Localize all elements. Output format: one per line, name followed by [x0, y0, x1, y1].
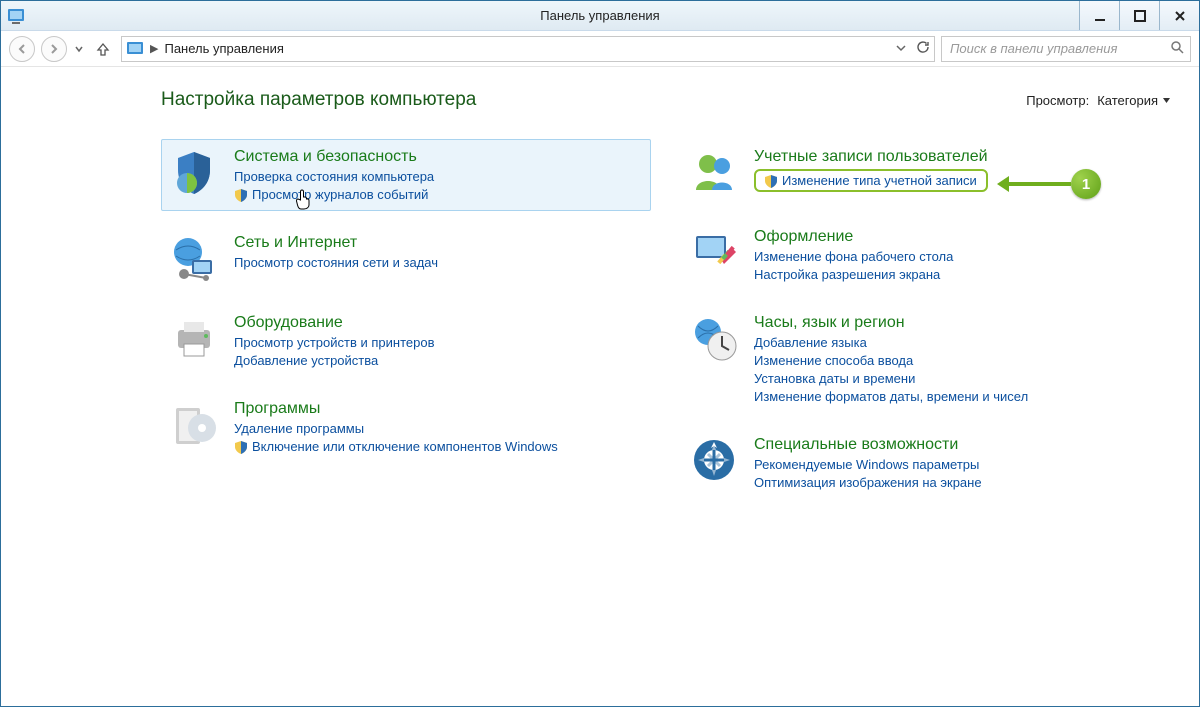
up-button[interactable]	[91, 37, 115, 61]
search-icon[interactable]	[1170, 40, 1184, 57]
ease-of-access-icon	[690, 436, 738, 484]
category-programs: Программы Удаление программы Включение и…	[161, 391, 651, 463]
category-title[interactable]: Программы	[234, 400, 558, 418]
category-system-security: Система и безопасность Проверка состояни…	[161, 139, 651, 211]
right-column: Учетные записи пользователей Изменение т…	[681, 139, 1171, 499]
disc-box-icon	[170, 400, 218, 448]
category-link[interactable]: Изменение форматов даты, времени и чисел	[754, 389, 1028, 404]
window-frame: Панель управления	[0, 0, 1200, 707]
close-button[interactable]	[1159, 1, 1199, 30]
category-link[interactable]: Изменение фона рабочего стола	[754, 249, 953, 264]
addressbar-dropdown-icon[interactable]	[896, 41, 906, 56]
view-label: Просмотр:	[1026, 93, 1089, 108]
clock-globe-icon	[690, 314, 738, 362]
history-dropdown[interactable]	[73, 45, 85, 53]
category-link[interactable]: Рекомендуемые Windows параметры	[754, 457, 982, 472]
category-link[interactable]: Просмотр устройств и принтеров	[234, 335, 434, 350]
control-panel-icon	[126, 40, 144, 58]
category-user-accounts: Учетные записи пользователей Изменение т…	[681, 139, 1171, 205]
category-title[interactable]: Сеть и Интернет	[234, 234, 438, 252]
refresh-button[interactable]	[916, 40, 930, 57]
category-link[interactable]: Настройка разрешения экрана	[754, 267, 953, 282]
search-input[interactable]	[948, 40, 1170, 57]
addressbar-location[interactable]: Панель управления	[164, 41, 283, 56]
category-appearance: Оформление Изменение фона рабочего стола…	[681, 219, 1171, 291]
appearance-icon	[690, 228, 738, 276]
minimize-button[interactable]	[1079, 1, 1119, 30]
titlebar: Панель управления	[1, 1, 1199, 31]
category-link[interactable]: Проверка состояния компьютера	[234, 169, 434, 184]
category-title[interactable]: Специальные возможности	[754, 436, 982, 454]
maximize-button[interactable]	[1119, 1, 1159, 30]
window-controls	[1079, 1, 1199, 30]
category-link[interactable]: Установка даты и времени	[754, 371, 1028, 386]
category-link[interactable]: Добавление языка	[754, 335, 1028, 350]
category-link-change-account-type[interactable]: Изменение типа учетной записи	[764, 173, 977, 188]
category-link[interactable]: Удаление программы	[234, 421, 558, 436]
category-link[interactable]: Оптимизация изображения на экране	[754, 475, 982, 490]
category-ease-of-access: Специальные возможности Рекомендуемые Wi…	[681, 427, 1171, 499]
window-title: Панель управления	[1, 8, 1199, 23]
uac-shield-icon	[234, 440, 248, 454]
category-title[interactable]: Учетные записи пользователей	[754, 148, 988, 166]
category-link[interactable]: Просмотр состояния сети и задач	[234, 255, 438, 270]
category-network: Сеть и Интернет Просмотр состояния сети …	[161, 225, 651, 291]
globe-network-icon	[170, 234, 218, 282]
category-title[interactable]: Часы, язык и регион	[754, 314, 1028, 332]
breadcrumb-separator-icon: ▶	[150, 42, 158, 55]
page-heading: Настройка параметров компьютера	[161, 89, 476, 111]
left-column: Система и безопасность Проверка состояни…	[161, 139, 651, 499]
category-link[interactable]: Изменение способа ввода	[754, 353, 1028, 368]
search-box[interactable]	[941, 36, 1191, 62]
forward-button[interactable]	[41, 36, 67, 62]
category-link[interactable]: Добавление устройства	[234, 353, 434, 368]
highlighted-link-box: Изменение типа учетной записи	[754, 169, 988, 192]
nav-toolbar: ▶ Панель управления	[1, 31, 1199, 67]
category-clock-language-region: Часы, язык и регион Добавление языка Изм…	[681, 305, 1171, 413]
shield-icon	[170, 148, 218, 196]
users-icon	[690, 148, 738, 196]
control-panel-icon	[7, 7, 25, 25]
view-selector: Просмотр: Категория	[1026, 93, 1171, 108]
category-title[interactable]: Оборудование	[234, 314, 434, 332]
category-title[interactable]: Оформление	[754, 228, 953, 246]
category-hardware: Оборудование Просмотр устройств и принте…	[161, 305, 651, 377]
view-dropdown[interactable]: Категория	[1097, 93, 1171, 108]
category-link[interactable]: Включение или отключение компонентов Win…	[234, 439, 558, 454]
category-title[interactable]: Система и безопасность	[234, 148, 434, 166]
uac-shield-icon	[764, 174, 778, 188]
printer-icon	[170, 314, 218, 362]
category-link[interactable]: Просмотр журналов событий	[234, 187, 434, 202]
back-button[interactable]	[9, 36, 35, 62]
content-area: Настройка параметров компьютера Просмотр…	[1, 67, 1199, 706]
uac-shield-icon	[234, 188, 248, 202]
addressbar[interactable]: ▶ Панель управления	[121, 36, 935, 62]
